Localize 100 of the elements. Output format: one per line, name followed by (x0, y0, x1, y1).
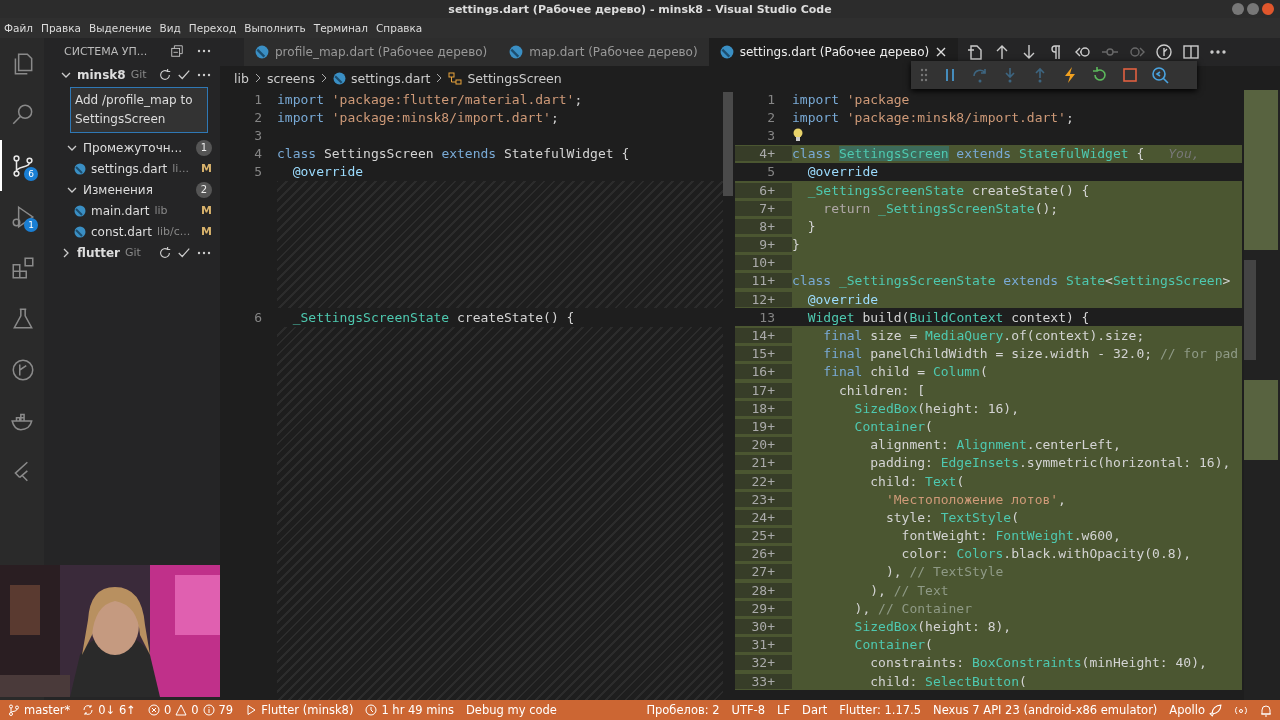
count-badge: 2 (196, 181, 212, 198)
line-number: 24+ (735, 509, 792, 525)
status-item[interactable]: 0↓ 6↑ (98, 703, 136, 717)
line-number: 6 (253, 309, 263, 325)
status-item[interactable]: LF (777, 703, 791, 717)
file-name[interactable]: const.dart (91, 224, 152, 239)
group-label[interactable]: Промежуточн... (83, 140, 183, 155)
code-token: extends (441, 146, 497, 162)
breadcrumb-item[interactable]: lib (234, 70, 249, 86)
code-token: EdgeInsets (940, 455, 1019, 471)
line-number: 2 (766, 109, 776, 125)
code-token: constraints: (869, 655, 966, 671)
code-token: context) { (1010, 309, 1090, 325)
line-number: 26+ (735, 546, 792, 562)
repo-provider: Git (130, 68, 147, 81)
error-count[interactable]: 0 (163, 703, 172, 717)
code-token: import (792, 109, 839, 125)
code-token: 'package:minsk8/import.dart' (330, 109, 551, 125)
editor-tab[interactable]: settings.dart (Рабочее дерево) (708, 38, 959, 66)
status-item[interactable]: Dart (802, 703, 828, 717)
status-item[interactable]: Пробелов: 2 (646, 703, 720, 717)
code-token: BoxConstraints (972, 655, 1082, 671)
code-token: color: (900, 546, 950, 562)
code-token: StatefulWidget { (503, 146, 630, 162)
file-name[interactable]: main.dart (91, 203, 150, 218)
menu-item[interactable]: Переход (188, 22, 237, 34)
code-token: padding: (869, 455, 934, 471)
code-token: StatefulWidget (1018, 146, 1129, 162)
code-token: SelectButton (925, 673, 1019, 689)
breadcrumb-item[interactable]: SettingsScreen (467, 70, 562, 86)
menu-item[interactable]: Выполнить (244, 22, 306, 34)
menu-item[interactable]: Правка (41, 22, 81, 34)
code-token: // Text (893, 582, 949, 598)
code-token: MediaQuery (925, 328, 1004, 344)
status-item[interactable]: Nexus 7 API 23 (android-x86 emulator) (933, 703, 1158, 717)
group-label[interactable]: Изменения (83, 182, 153, 197)
menu-item[interactable]: Терминал (313, 22, 368, 34)
code-token: ( (1011, 509, 1019, 525)
code-token: Column (932, 364, 980, 380)
code-token: ; (550, 109, 559, 125)
code-token: final (822, 346, 863, 362)
activity-button[interactable]: 1 (0, 191, 44, 242)
warning-count[interactable]: 0 (191, 703, 199, 717)
line-number: 11+ (735, 273, 792, 289)
code-token: child: (869, 473, 919, 489)
status-item[interactable]: Debug my code (466, 703, 557, 717)
code-token: extends (955, 146, 1012, 162)
code-token: children: [ (837, 382, 926, 398)
code-token: child: (869, 673, 919, 689)
menu-item[interactable]: Вид (159, 22, 181, 34)
repo-name[interactable]: flutter (77, 245, 120, 260)
commit-message-field[interactable]: Add /profile_map to SettingsScreen (70, 87, 208, 133)
code-token: _SettingsScreenState (837, 273, 997, 289)
code-token: extends (1003, 273, 1059, 289)
status-item[interactable]: 1 hr 49 mins (381, 703, 454, 717)
breadcrumb-item[interactable]: screens (266, 70, 315, 86)
code-token: _SettingsScreenState (806, 182, 965, 198)
line-number: 32+ (735, 655, 792, 671)
code-token: Text (925, 473, 957, 489)
code-token: return (822, 200, 871, 216)
line-number: 17+ (735, 382, 792, 398)
line-number: 33+ (735, 673, 792, 689)
code-token: (); (1034, 200, 1059, 216)
code-token: import (277, 109, 324, 125)
line-number: 4+ (735, 146, 792, 162)
editor-tab[interactable]: profile_map.dart (Рабочее дерево) (244, 38, 499, 66)
menu-item[interactable]: Выделение (89, 22, 152, 34)
line-number: 21+ (735, 455, 792, 471)
status-item[interactable]: Flutter: 1.17.5 (839, 703, 922, 717)
code-token: createState() { (456, 309, 575, 325)
status-item[interactable]: master* (24, 703, 71, 717)
code-token: } (806, 218, 816, 234)
code-token: import (792, 91, 839, 107)
code-token: ( (925, 637, 933, 653)
line-number: 5 (766, 164, 776, 180)
status-item[interactable]: UTF-8 (731, 703, 766, 717)
menu-item[interactable]: Справка (376, 22, 423, 34)
line-number: 9+ (735, 237, 792, 253)
code-token: SettingsScreen (838, 146, 949, 162)
file-name[interactable]: settings.dart (91, 161, 168, 176)
window-title: settings.dart (Рабочее дерево) - minsk8 - Visual Studio Code (448, 2, 832, 16)
editor-tab[interactable]: map.dart (Рабочее дерево) (498, 38, 709, 66)
code-token: .w600, (1073, 528, 1121, 544)
code-token: TextStyle (940, 509, 1012, 525)
repo-name[interactable]: minsk8 (77, 67, 126, 82)
breadcrumb-item[interactable]: settings.dart (350, 70, 431, 86)
line-number: 15+ (735, 346, 792, 362)
code-token: Widget (806, 309, 855, 325)
code-token: _SettingsScreenState (877, 200, 1035, 216)
code-token: 'package (845, 91, 910, 107)
status-item[interactable]: Flutter (minsk8) (261, 703, 354, 717)
code-token: panelChildWidth = size.width - 32.0; (869, 346, 1154, 362)
code-token: _SettingsScreenState (291, 309, 450, 325)
panel-title: СИСТЕМА УП... (64, 44, 149, 58)
info-count[interactable]: 79 (218, 703, 234, 717)
status-item[interactable]: Apollo (1169, 703, 1205, 717)
code-token: ; (1065, 109, 1074, 125)
line-number: 27+ (735, 564, 792, 580)
menu-item[interactable]: Файл (4, 22, 33, 34)
code-token: @override (806, 164, 879, 180)
